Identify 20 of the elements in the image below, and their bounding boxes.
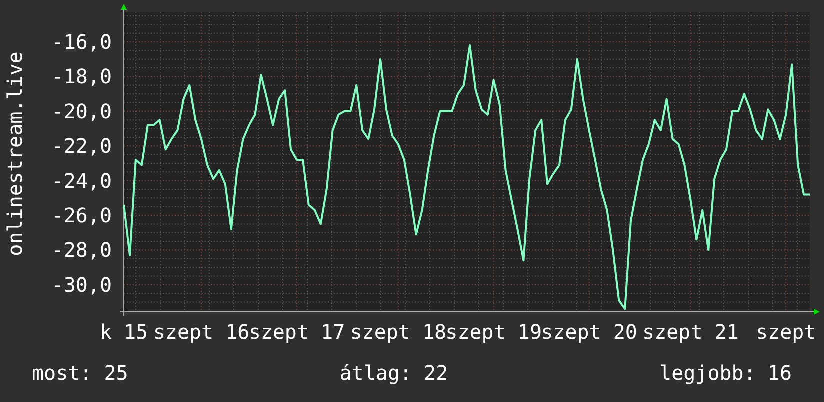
y-tick-label: -24,0 (52, 168, 112, 193)
y-tick-label: -30,0 (52, 272, 112, 297)
x-tick-label: szept 16 (153, 320, 250, 344)
y-tick-label: -18,0 (52, 64, 112, 89)
stat-text: most: 25 (32, 360, 128, 387)
x-tick-label: szept 20 (541, 320, 638, 344)
y-tick-label: -20,0 (52, 99, 112, 124)
x-tick-label: szept 19 (446, 320, 542, 344)
x-tick-label: szept (756, 320, 816, 344)
y-tick-label: -26,0 (52, 204, 112, 228)
y-axis-title: onlinestream.live (3, 52, 27, 256)
stat-text: átlag: 22 (340, 360, 448, 387)
y-tick-label: -22,0 (52, 134, 112, 158)
x-tick-label: szept 18 (350, 320, 447, 344)
x-tick-label: k 15 (100, 320, 148, 344)
stat-text: legjobb: 16 (660, 360, 792, 387)
x-tick-label: szept 17 (248, 320, 346, 344)
x-tick-label: szept 21 (642, 320, 739, 344)
y-tick-label: -16,0 (52, 30, 112, 54)
y-tick-label: -28,0 (52, 238, 112, 262)
